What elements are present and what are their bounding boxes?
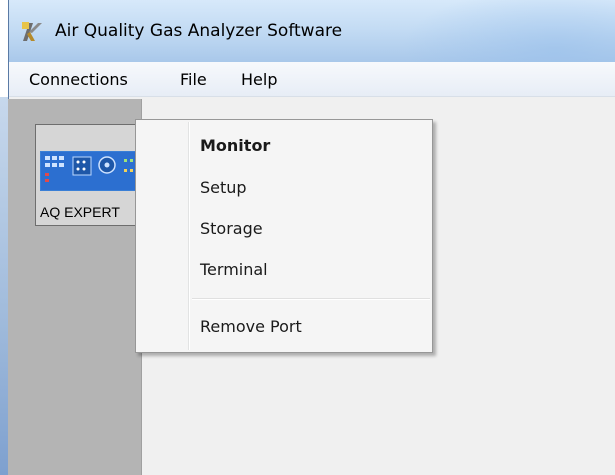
device-panel-icon (40, 151, 140, 191)
menu-file[interactable]: File (180, 70, 207, 89)
menu-item-terminal[interactable]: Terminal (200, 260, 268, 279)
menu-item-storage[interactable]: Storage (200, 219, 263, 238)
menu-separator (192, 298, 430, 300)
window-title: Air Quality Gas Analyzer Software (55, 21, 343, 41)
window-frame-edge (0, 97, 8, 475)
menu-item-remove-port[interactable]: Remove Port (200, 317, 302, 336)
menu-bar: Connections File Help (9, 62, 615, 97)
menu-item-setup[interactable]: Setup (200, 178, 247, 197)
device-label: AQ EXPERT (40, 204, 120, 220)
menu-item-monitor[interactable]: Monitor (200, 136, 270, 155)
title-bar[interactable]: Air Quality Gas Analyzer Software (9, 0, 615, 62)
menu-gutter (188, 122, 190, 350)
context-menu: Monitor Setup Storage Terminal Remove Po… (135, 119, 433, 353)
menu-connections[interactable]: Connections (29, 70, 128, 89)
device-tile[interactable]: AQ EXPERT (35, 124, 147, 226)
app-logo-icon (22, 22, 42, 41)
menu-help[interactable]: Help (241, 70, 277, 89)
